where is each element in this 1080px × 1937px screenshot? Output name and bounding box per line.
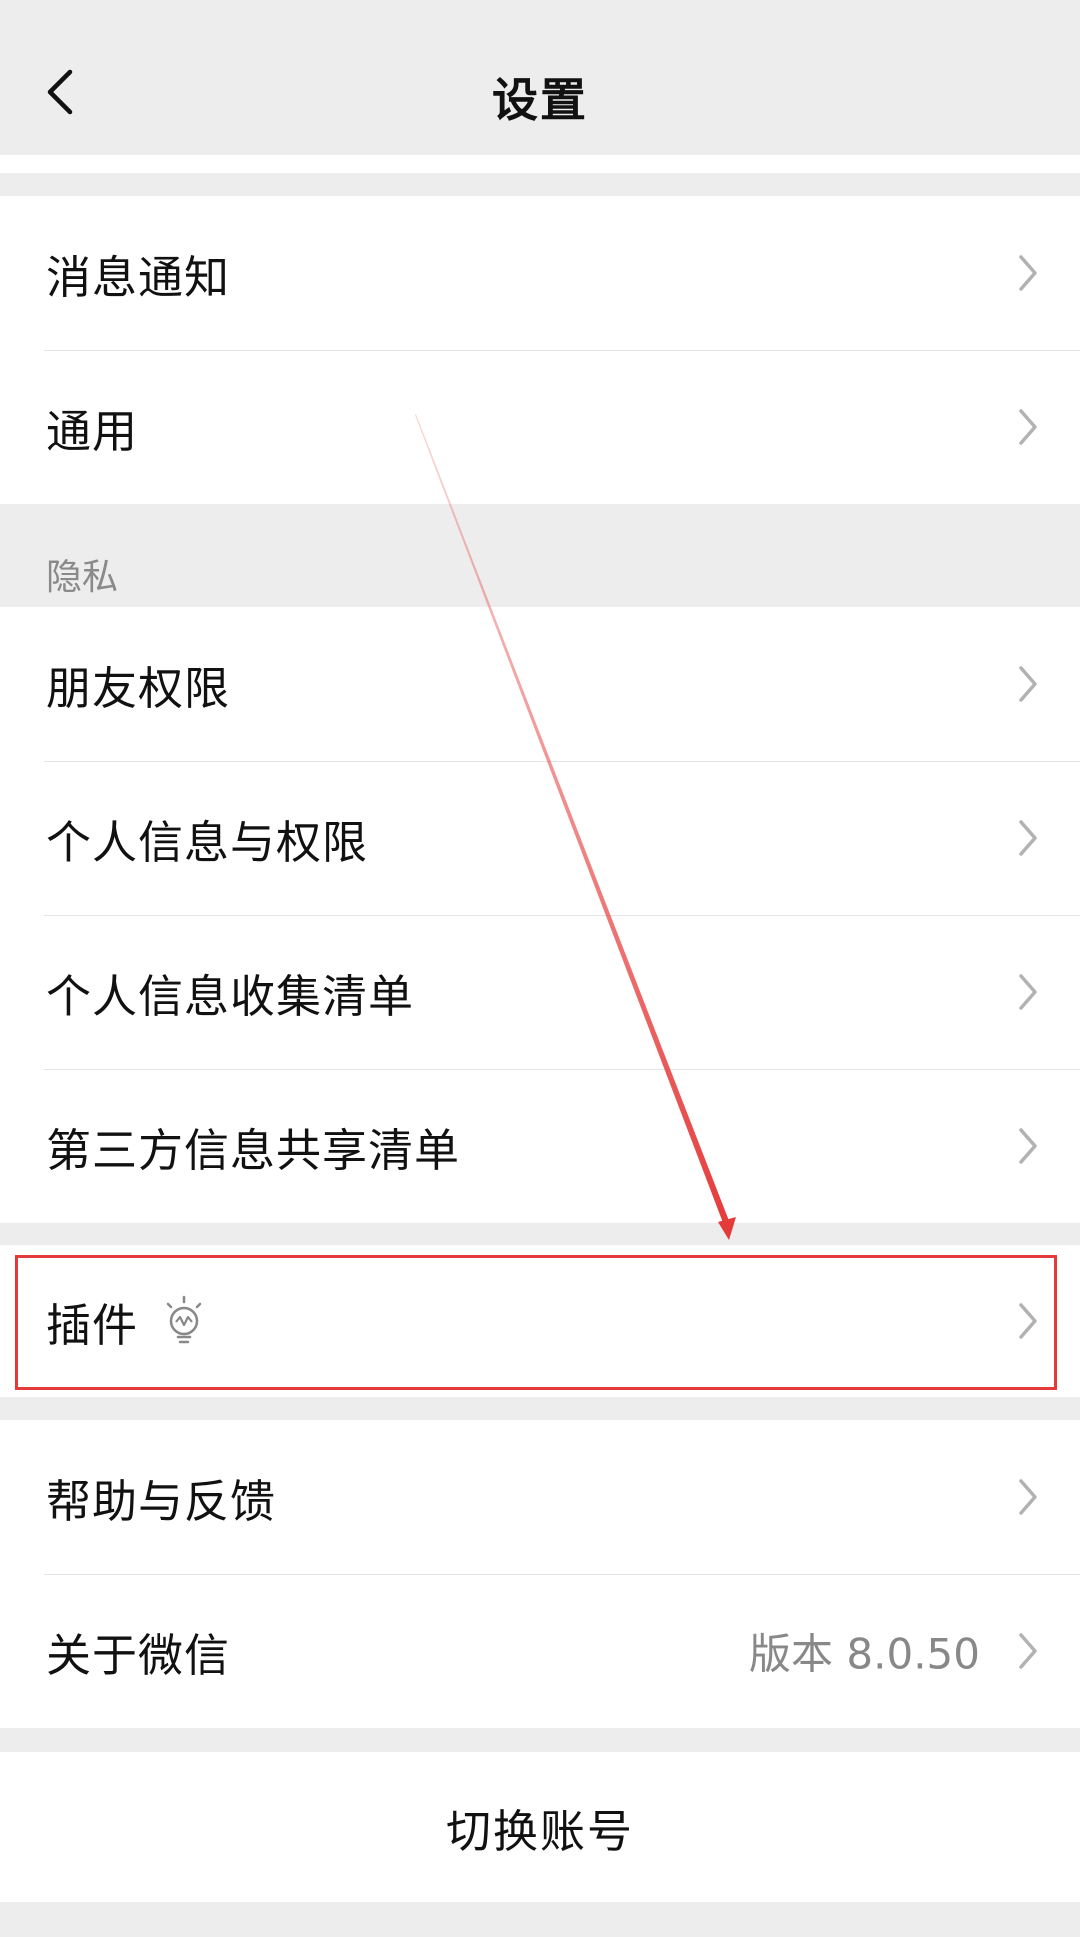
divider-strip [0,155,1080,173]
settings-group-about: 帮助与反馈 关于微信 版本 8.0.50 [0,1420,1080,1728]
cell-friend-permissions[interactable]: 朋友权限 [0,607,1080,761]
cell-label: 通用 [46,404,139,458]
cell-plugins[interactable]: 插件 [0,1245,1080,1397]
settings-group-privacy: 朋友权限 个人信息与权限 个人信息收集清单 第三方信息共享清单 [0,607,1080,1223]
cell-personal-info-collection[interactable]: 个人信息收集清单 [0,915,1080,1069]
cell-about-wechat[interactable]: 关于微信 版本 8.0.50 [0,1574,1080,1728]
cell-label: 消息通知 [46,250,231,304]
cell-label: 关于微信 [46,1628,231,1682]
cell-label: 个人信息与权限 [46,815,369,869]
page-title: 设置 [492,73,588,127]
chevron-right-icon [1016,405,1040,449]
cell-help-feedback[interactable]: 帮助与反馈 [0,1420,1080,1574]
chevron-right-icon [1016,1629,1040,1673]
chevron-right-icon [1016,1124,1040,1168]
chevron-right-icon [1016,816,1040,860]
cell-label: 帮助与反馈 [46,1474,277,1528]
version-value: 版本 8.0.50 [749,1629,980,1679]
chevron-right-icon [1016,251,1040,295]
settings-group-plugins: 插件 [0,1245,1080,1397]
chevron-right-icon [1016,1299,1040,1343]
cell-label: 第三方信息共享清单 [46,1123,461,1177]
cell-personal-info-permissions[interactable]: 个人信息与权限 [0,761,1080,915]
cell-general[interactable]: 通用 [0,350,1080,504]
cell-label: 朋友权限 [46,661,231,715]
switch-account-button[interactable]: 切换账号 [0,1752,1080,1902]
cell-third-party-sharing[interactable]: 第三方信息共享清单 [0,1069,1080,1223]
cell-notifications[interactable]: 消息通知 [0,196,1080,350]
cell-label: 个人信息收集清单 [46,969,415,1023]
chevron-right-icon [1016,970,1040,1014]
chevron-right-icon [1016,662,1040,706]
settings-group-general: 消息通知 通用 [0,196,1080,504]
section-header-privacy: 隐私 [46,557,119,598]
cell-label: 插件 [46,1298,139,1352]
chevron-right-icon [1016,1475,1040,1519]
nav-bar: 设置 [0,0,1080,155]
switch-account-label: 切换账号 [445,1804,634,1858]
lightbulb-icon [162,1295,206,1347]
